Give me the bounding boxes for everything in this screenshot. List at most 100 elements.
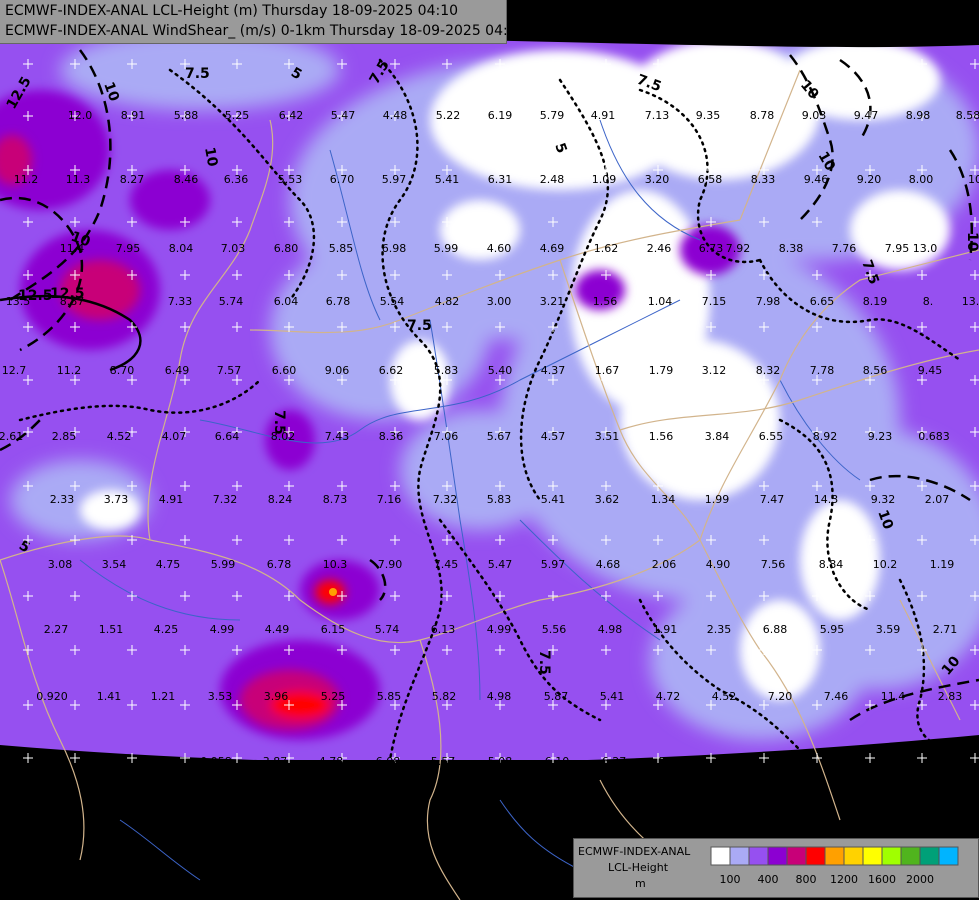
value-label: 7.56 (761, 558, 786, 571)
value-label: 6.10 (545, 755, 570, 768)
value-label: 9.03 (802, 109, 827, 122)
value-label: 4.57 (541, 430, 566, 443)
value-label: 7.13 (645, 109, 670, 122)
value-label: 4.48 (383, 109, 408, 122)
value-label: 6.80 (274, 242, 299, 255)
value-label: 5.67 (487, 430, 512, 443)
value-label: 5.83 (434, 364, 459, 377)
value-label: 1.56 (593, 295, 618, 308)
value-label: 0.683 (918, 430, 950, 443)
value-label: 1.62 (594, 242, 619, 255)
legend-tick-label: 400 (758, 873, 779, 886)
map-canvas: 12.5107.55107.557.5107.512.512.5107.5107… (0, 40, 979, 900)
value-label: 1.91 (653, 623, 678, 636)
value-label: 1.21 (151, 690, 176, 703)
legend-variable: LCL-Height (608, 861, 669, 874)
value-label: 8.32 (756, 364, 781, 377)
value-label: 5.47 (331, 109, 356, 122)
value-label: 5.99 (434, 242, 459, 255)
legend-tick-label: 100 (720, 873, 741, 886)
value-label: 5.97 (541, 558, 566, 571)
value-label: 6.19 (488, 109, 513, 122)
value-label: 6.49 (165, 364, 190, 377)
value-label: 6.55 (759, 430, 784, 443)
value-label: 8.47 (885, 755, 910, 768)
value-label: 5.95 (820, 623, 845, 636)
legend-swatch (729, 846, 750, 866)
legend-swatch (767, 846, 788, 866)
value-label: 8.46 (174, 173, 199, 186)
value-label: 4.90 (706, 558, 731, 571)
value-label: 1.51 (99, 623, 124, 636)
value-label: 1.99 (705, 493, 730, 506)
value-label: 4.91 (591, 109, 616, 122)
value-label: 8.70 (110, 364, 135, 377)
value-label: 7.78 (810, 364, 835, 377)
value-label: 1.34 (651, 493, 676, 506)
value-label: 11.2 (57, 364, 82, 377)
value-label: 3.21 (540, 295, 565, 308)
value-label: 7.92 (726, 242, 751, 255)
legend-title: ECMWF-INDEX-ANAL (578, 845, 691, 858)
value-label: 6.65 (810, 295, 835, 308)
value-label: 4.82 (435, 295, 460, 308)
value-label: 8.36 (379, 430, 404, 443)
value-label: 5.25 (321, 690, 346, 703)
value-label: 7.46 (824, 690, 849, 703)
value-label: 2.06 (652, 558, 677, 571)
value-label: 11.4 (60, 242, 85, 255)
value-label: 8.33 (751, 173, 776, 186)
value-label: 6.08 (376, 755, 401, 768)
value-label: 6.70 (330, 173, 355, 186)
value-label: 0.920 (36, 690, 68, 703)
legend-swatch (786, 846, 807, 866)
title-line-1: ECMWF-INDEX-ANAL LCL-Height (m) Thursday… (5, 3, 459, 19)
value-label: 9.32 (871, 493, 896, 506)
lcl-field (0, 40, 979, 760)
value-label: 8.87 (60, 295, 85, 308)
value-label: 3.53 (208, 690, 233, 703)
value-label: 7.32 (213, 493, 238, 506)
legend-swatch (843, 846, 864, 866)
value-label: 2.27 (44, 623, 69, 636)
value-label: 5.79 (540, 109, 565, 122)
value-label: 5.88 (174, 109, 199, 122)
value-label: 6.15 (321, 623, 346, 636)
legend-swatch (919, 846, 940, 866)
value-label: 3.87 (263, 755, 288, 768)
value-label: 4.49 (265, 623, 290, 636)
value-label: 13.0 (913, 242, 938, 255)
value-label: 8.04 (169, 242, 194, 255)
value-label: 1.19 (930, 558, 955, 571)
value-label: 8.56 (863, 364, 888, 377)
value-label: 7.98 (756, 295, 781, 308)
legend-swatch (938, 846, 959, 866)
value-label: 3.05 (37, 755, 62, 768)
legend-swatch (748, 846, 769, 866)
value-label: 4.25 (154, 623, 179, 636)
value-label: 7.32 (433, 493, 458, 506)
value-label: 2.83 (938, 690, 963, 703)
value-label: 3.12 (702, 364, 727, 377)
value-label: 2.61 (0, 430, 23, 443)
value-label: 4.91 (159, 493, 184, 506)
value-label: 5.85 (329, 242, 354, 255)
value-label: 8.00 (909, 173, 934, 186)
value-label: 3.08 (48, 558, 73, 571)
legend-swatch (824, 846, 845, 866)
value-label: 6.40 (658, 755, 683, 768)
value-label: 5.83 (487, 493, 512, 506)
value-label: 9.06 (325, 364, 350, 377)
value-label: 6.13 (431, 623, 456, 636)
value-label: 13.5 (962, 295, 979, 308)
value-label: 4.69 (540, 242, 565, 255)
value-label: 1.04 (648, 295, 673, 308)
value-label: 2.85 (52, 430, 77, 443)
value-label: 1.67 (595, 364, 620, 377)
value-label: 6.62 (379, 364, 404, 377)
value-label: 3.59 (876, 623, 901, 636)
value-label: 5.56 (542, 623, 567, 636)
value-label: 7.95 (885, 242, 910, 255)
value-label: 2.07 (925, 493, 950, 506)
value-label: 10.3 (323, 558, 348, 571)
